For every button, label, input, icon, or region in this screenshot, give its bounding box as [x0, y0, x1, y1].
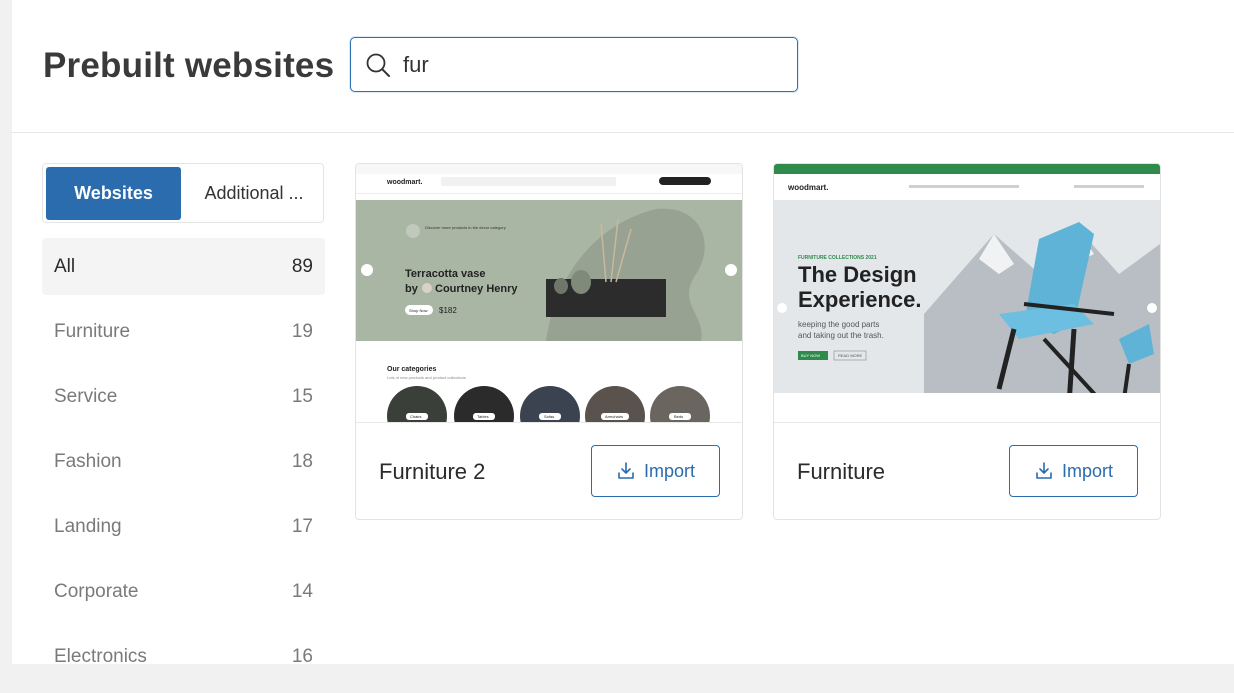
import-button[interactable]: Import [1009, 445, 1138, 497]
category-label: Electronics [54, 645, 147, 667]
category-label: Landing [54, 515, 122, 537]
preview-hero-sub: keeping the good parts [798, 320, 879, 329]
preview-category-label: Chairs [410, 414, 422, 419]
website-card-furniture-2[interactable]: woodmart. Discover more products in the … [355, 163, 743, 520]
download-icon [618, 462, 634, 479]
category-item-all[interactable]: All 89 [42, 238, 325, 295]
category-list: All 89 Furniture 19 Service 15 Fashion 1… [42, 238, 325, 693]
preview-hero-sub-2: and taking out the trash. [798, 331, 884, 340]
category-label: Service [54, 385, 118, 407]
import-button[interactable]: Import [591, 445, 720, 497]
download-icon [1036, 462, 1052, 479]
preview-section-sub: Lots of new products and product collect… [387, 375, 466, 380]
preview-category-label: Sofas [544, 414, 554, 419]
card-footer: Furniture Import [774, 422, 1160, 519]
import-label: Import [1061, 460, 1113, 481]
category-count: 19 [291, 320, 313, 342]
preview-hero-title-2: Experience. [798, 287, 922, 312]
preview-category-label: Armchairs [605, 414, 623, 419]
tab-additional[interactable]: Additional ... [189, 167, 319, 220]
type-tabs: Websites Additional ... [42, 163, 324, 223]
category-label: Corporate [54, 580, 139, 602]
preview-hero-author: Courtney Henry [435, 283, 518, 295]
website-preview[interactable]: woodmart. Discover more products in the … [356, 164, 742, 422]
category-count: 17 [291, 515, 313, 537]
card-title: Furniture [797, 459, 886, 484]
category-item-landing[interactable]: Landing 17 [42, 498, 325, 555]
preview-eyebrow: FURNITURE COLLECTIONS 2021 [798, 255, 877, 261]
category-item-electronics[interactable]: Electronics 16 [42, 628, 325, 685]
category-item-corporate[interactable]: Corporate 14 [42, 563, 325, 620]
category-label: Fashion [54, 450, 122, 472]
page-title: Prebuilt websites [43, 46, 335, 85]
preview-hero-title: Terracotta vase [405, 268, 486, 280]
preview-promo: Discover more products in the decor cate… [425, 225, 506, 230]
category-item-furniture[interactable]: Furniture 19 [42, 303, 325, 360]
preview-logo: woodmart. [787, 183, 828, 192]
search-icon [366, 53, 390, 77]
preview-category-label: Tables [477, 414, 489, 419]
category-count: 18 [291, 450, 313, 472]
category-count: 16 [291, 645, 313, 667]
preview-hero-button: Shop Now [409, 308, 428, 313]
preview-hero-price: $182 [439, 306, 457, 315]
preview-btn-secondary: READ MORE [838, 353, 863, 358]
preview-hero-by: by [405, 283, 419, 295]
category-count: 89 [291, 255, 313, 277]
preview-image: woodmart. FURNITURE COLLECTIONS 2021 The… [774, 164, 1160, 422]
card-footer: Furniture 2 Import [356, 422, 742, 519]
preview-logo: woodmart. [386, 179, 422, 186]
preview-category-label: Beds [674, 414, 683, 419]
preview-section-title: Our categories [387, 366, 437, 373]
preview-hero-title: The Design [798, 262, 917, 287]
card-title: Furniture 2 [379, 459, 486, 484]
search-input[interactable] [403, 50, 783, 80]
category-item-service[interactable]: Service 15 [42, 368, 325, 425]
website-card-furniture[interactable]: woodmart. FURNITURE COLLECTIONS 2021 The… [773, 163, 1161, 520]
search-box[interactable] [350, 37, 798, 92]
import-label: Import [643, 460, 695, 481]
preview-image: woodmart. Discover more products in the … [356, 164, 742, 422]
category-count: 14 [291, 580, 313, 602]
category-item-fashion[interactable]: Fashion 18 [42, 433, 325, 490]
category-label: Furniture [54, 320, 131, 342]
header: Prebuilt websites [12, 0, 1234, 133]
website-preview[interactable]: woodmart. FURNITURE COLLECTIONS 2021 The… [774, 164, 1160, 422]
category-label: All [54, 255, 76, 277]
prebuilt-websites-panel: Prebuilt websites Websites Additional ..… [12, 0, 1234, 667]
preview-btn-primary: BUY NOW [801, 353, 820, 358]
tab-websites[interactable]: Websites [46, 167, 181, 220]
category-count: 15 [291, 385, 313, 407]
